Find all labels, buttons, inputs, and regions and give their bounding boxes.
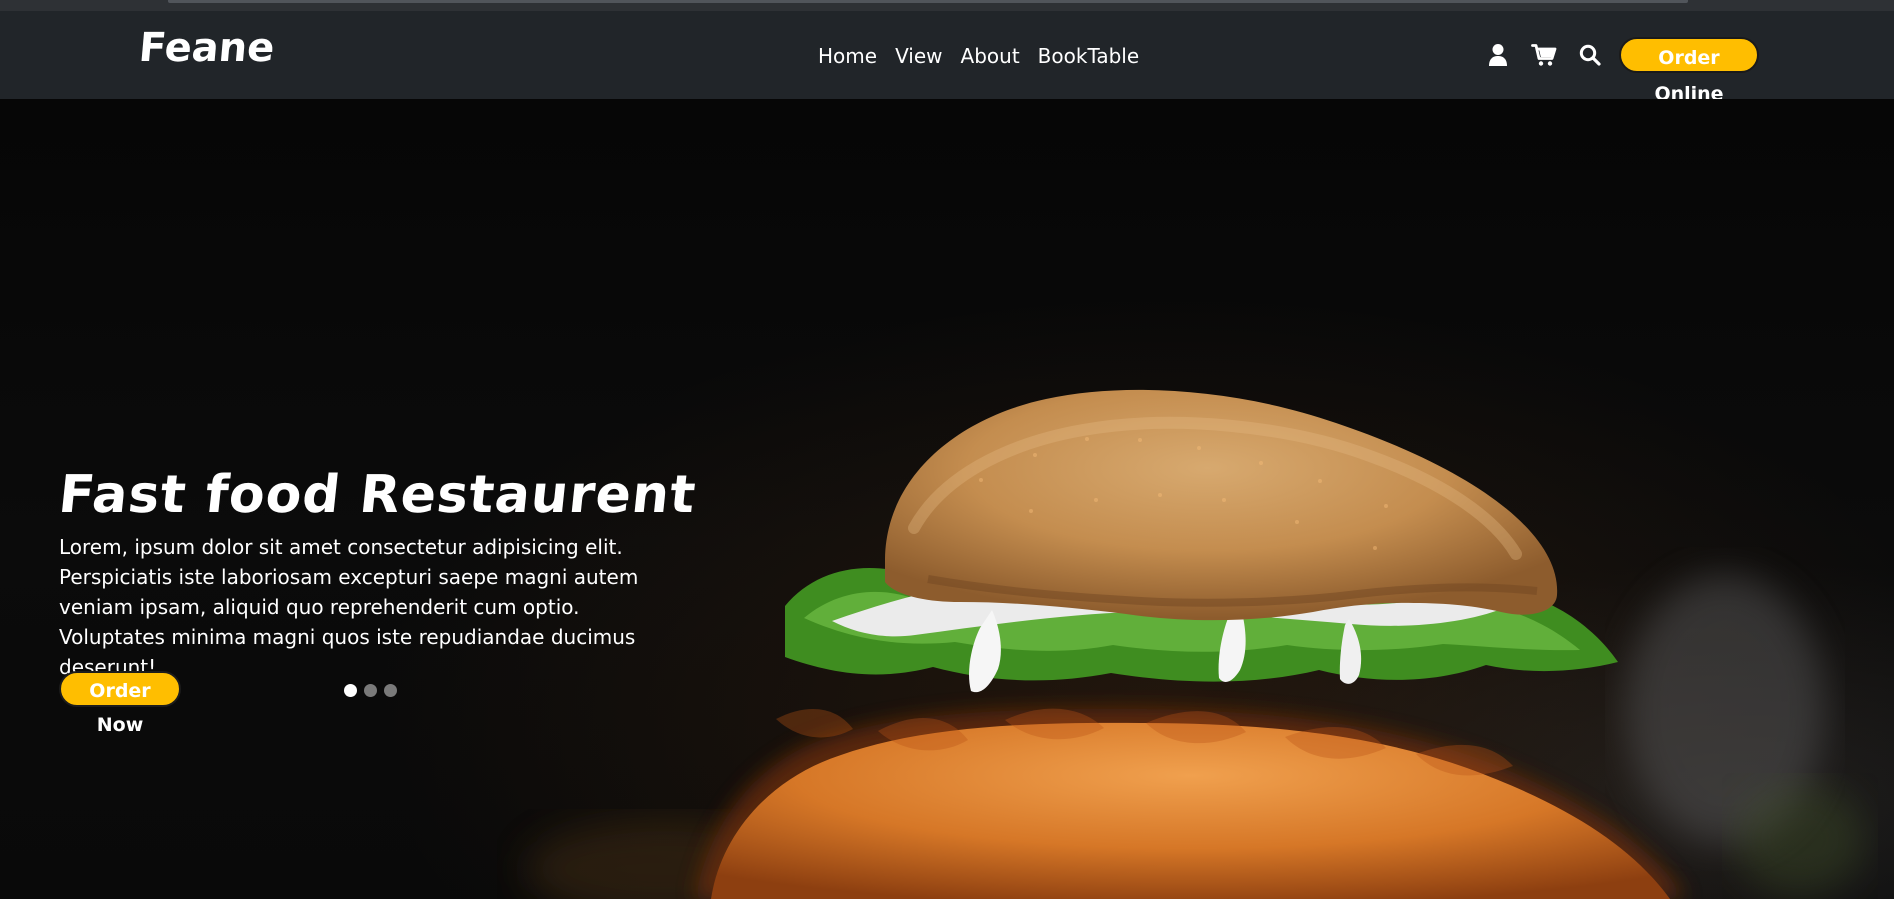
carousel-dot-1[interactable] [344,684,357,697]
nav-about-link[interactable]: About [961,45,1020,67]
hero-description: Lorem, ipsum dolor sit amet consectetur … [59,535,639,679]
navbar-icon-group [1484,41,1604,69]
user-icon[interactable] [1484,41,1512,69]
hero-title: Fast food Restaurent [55,465,700,525]
carousel-dot-3[interactable] [384,684,397,697]
carousel-dot-2[interactable] [364,684,377,697]
top-strip-highlight [168,0,1688,3]
cart-icon[interactable] [1530,41,1558,69]
search-icon[interactable] [1576,41,1604,69]
nav-view-link[interactable]: View [895,45,942,67]
order-online-button[interactable]: Order Online [1619,37,1759,105]
nav-booktable-link[interactable]: BookTable [1038,45,1140,67]
browser-top-strip [0,0,1894,11]
carousel-indicators [344,684,397,697]
top-navbar: Feane Home View About BookTable Order On… [0,11,1894,105]
brand-logo[interactable]: Feane [137,25,276,71]
hero-slider: Fast food Restaurent Lorem, ipsum dolor … [0,99,1894,899]
nav-home-link[interactable]: Home [818,45,877,67]
order-now-button[interactable]: Order Now [59,671,181,736]
page: Feane Home View About BookTable Order On… [0,0,1894,899]
primary-navigation: Home View About BookTable [818,45,1139,67]
